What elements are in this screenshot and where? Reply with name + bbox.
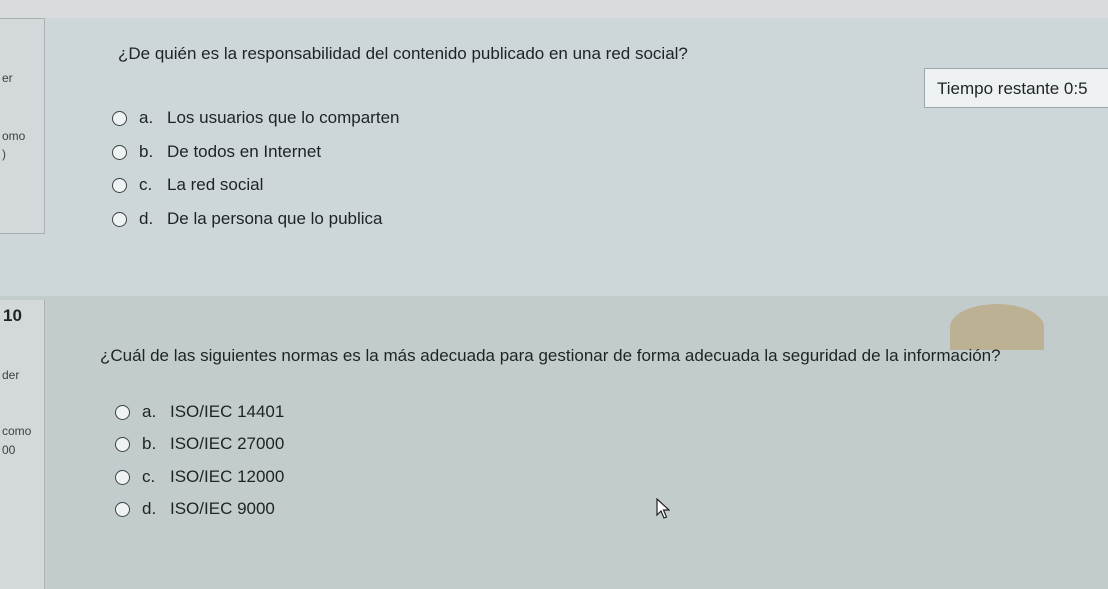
option-text: ISO/IEC 14401 (170, 402, 285, 421)
option-letter: d. (142, 499, 157, 518)
q1-option-b[interactable]: b. De todos en Internet (112, 142, 321, 162)
info-fragment: ) (2, 147, 6, 161)
mouse-cursor-icon (656, 498, 670, 519)
radio-button[interactable] (115, 404, 130, 420)
radio-button[interactable] (112, 144, 127, 160)
radio-button[interactable] (112, 110, 127, 126)
radio-button[interactable] (112, 177, 127, 193)
option-letter: c. (142, 467, 156, 486)
option-letter: a. (142, 402, 157, 421)
top-strip (0, 0, 1108, 18)
info-fragment: der (2, 368, 20, 382)
option-text: La red social (167, 175, 264, 194)
question-1-text: ¿De quién es la responsabilidad del cont… (118, 44, 688, 63)
q1-option-a[interactable]: a. Los usuarios que lo comparten (112, 108, 399, 128)
background-object (950, 304, 1044, 350)
info-fragment: como (2, 424, 32, 438)
option-text: De todos en Internet (167, 142, 322, 161)
radio-button[interactable] (115, 501, 130, 517)
q1-option-d[interactable]: d. De la persona que lo publica (112, 209, 382, 229)
option-text: ISO/IEC 27000 (170, 434, 285, 453)
option-letter: d. (139, 209, 154, 228)
timer-label: Tiempo restante 0:5 (937, 79, 1088, 98)
question-1-info-box: er omo ) (0, 18, 45, 234)
radio-button[interactable] (115, 469, 130, 485)
q2-option-d[interactable]: d. ISO/IEC 9000 (115, 499, 275, 519)
radio-button[interactable] (112, 211, 127, 227)
question-2-text: ¿Cuál de las siguientes normas es la más… (100, 346, 1001, 365)
option-text: ISO/IEC 9000 (170, 499, 275, 518)
info-fragment: er (2, 71, 13, 85)
info-fragment: omo (2, 129, 26, 143)
option-text: Los usuarios que lo comparten (167, 108, 400, 127)
info-fragment: 00 (2, 443, 16, 457)
option-letter: b. (142, 434, 157, 453)
q1-option-c[interactable]: c. La red social (112, 175, 263, 195)
q2-option-a[interactable]: a. ISO/IEC 14401 (115, 402, 284, 422)
option-text: ISO/IEC 12000 (170, 467, 285, 486)
timer-box: Tiempo restante 0:5 (924, 68, 1108, 108)
q2-option-b[interactable]: b. ISO/IEC 27000 (115, 434, 284, 454)
radio-button[interactable] (115, 436, 130, 452)
option-letter: a. (139, 108, 154, 127)
option-letter: b. (139, 142, 154, 161)
option-text: De la persona que lo publica (167, 209, 383, 228)
q2-option-c[interactable]: c. ISO/IEC 12000 (115, 467, 284, 487)
question-number: 10 (3, 306, 22, 325)
option-letter: c. (139, 175, 153, 194)
